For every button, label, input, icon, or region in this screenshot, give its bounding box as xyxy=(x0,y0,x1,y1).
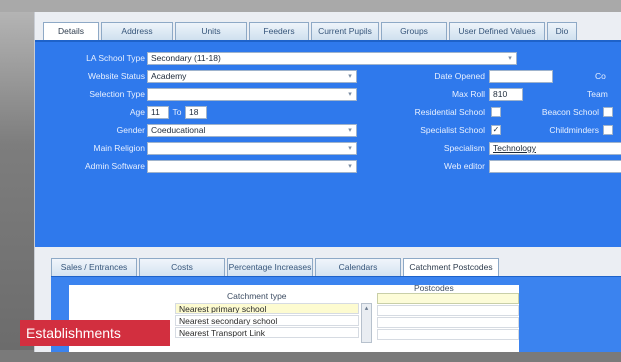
tab-current-pupils[interactable]: Current Pupils xyxy=(311,22,379,40)
tab-details[interactable]: Details xyxy=(43,22,99,40)
cut-label-team: Team xyxy=(587,89,608,99)
tab-units[interactable]: Units xyxy=(175,22,247,40)
list-item[interactable]: Nearest primary school xyxy=(175,303,359,314)
list-item[interactable]: Nearest secondary school xyxy=(175,315,359,326)
gender-value: Coeducational xyxy=(151,125,206,135)
admin-software-field[interactable]: ▾ xyxy=(147,160,357,173)
specialist-school-checkbox[interactable]: ✓ xyxy=(491,125,501,135)
age-to-field[interactable]: 18 xyxy=(185,106,207,119)
top-tab-bar: Details Address Units Feeders Current Pu… xyxy=(43,22,579,40)
specialism-value: Technology xyxy=(493,143,537,153)
main-religion-field[interactable]: ▾ xyxy=(147,142,357,155)
main-religion-label: Main Religion xyxy=(93,143,146,153)
chevron-down-icon[interactable]: ▾ xyxy=(345,90,355,99)
postcodes-header: Postcodes xyxy=(414,283,454,293)
max-roll-label: Max Roll xyxy=(451,89,485,99)
age-from-value: 11 xyxy=(151,107,160,117)
postcode-row[interactable] xyxy=(377,317,519,328)
chevron-down-icon[interactable]: ▾ xyxy=(345,144,355,153)
establishments-banner: Establishments xyxy=(20,320,170,346)
website-status-field[interactable]: Academy ▾ xyxy=(147,70,357,83)
website-status-label: Website Status xyxy=(87,71,145,81)
tab-costs[interactable]: Costs xyxy=(139,258,225,276)
gender-label: Gender xyxy=(116,125,145,135)
age-from-field[interactable]: 11 xyxy=(147,106,169,119)
tab-percentage-increases[interactable]: Percentage Increases xyxy=(227,258,313,276)
cut-label-beacon: Beacon School xyxy=(541,107,599,117)
web-editor-field[interactable] xyxy=(489,160,621,173)
tab-calendars[interactable]: Calendars xyxy=(315,258,401,276)
la-school-type-label: LA School Type xyxy=(86,53,145,63)
chevron-down-icon[interactable]: ▾ xyxy=(505,54,515,63)
tab-catchment-postcodes[interactable]: Catchment Postcodes xyxy=(403,258,499,276)
la-school-type-field[interactable]: Secondary (11-18) ▾ xyxy=(147,52,517,65)
school-record-window: Details Address Units Feeders Current Pu… xyxy=(34,12,621,352)
scrollbar[interactable]: ▴ xyxy=(361,303,372,343)
cut-label-childminders: Childminders xyxy=(549,125,599,135)
website-status-value: Academy xyxy=(151,71,187,81)
web-editor-label: Web editor xyxy=(444,161,485,171)
date-opened-field[interactable] xyxy=(489,70,553,83)
chevron-down-icon[interactable]: ▾ xyxy=(345,126,355,135)
specialism-field[interactable]: Technology xyxy=(489,142,621,155)
background-top xyxy=(0,0,621,12)
residential-school-checkbox[interactable] xyxy=(491,107,501,117)
gender-field[interactable]: Coeducational ▾ xyxy=(147,124,357,137)
tab-groups[interactable]: Groups xyxy=(381,22,447,40)
specialism-label: Specialism xyxy=(443,143,485,153)
admin-software-label: Admin Software xyxy=(85,161,145,171)
selection-type-field[interactable]: ▾ xyxy=(147,88,357,101)
tab-more[interactable]: Dio xyxy=(547,22,577,40)
la-school-type-value: Secondary (11-18) xyxy=(151,53,221,63)
tab-address[interactable]: Address xyxy=(101,22,173,40)
details-panel: LA School Type Secondary (11-18) ▾ Websi… xyxy=(35,40,621,247)
residential-school-label: Residential School xyxy=(414,107,485,117)
list-item[interactable]: Nearest Transport Link xyxy=(175,327,359,338)
catchment-type-header: Catchment type xyxy=(227,291,287,301)
date-opened-label: Date Opened xyxy=(434,71,485,81)
lower-tab-bar: Sales / Entrances Costs Percentage Incre… xyxy=(51,258,501,276)
tab-user-defined-values[interactable]: User Defined Values xyxy=(449,22,545,40)
tab-sales-entrances[interactable]: Sales / Entrances xyxy=(51,258,137,276)
chevron-up-icon[interactable]: ▴ xyxy=(365,305,369,312)
childminders-checkbox[interactable] xyxy=(603,125,613,135)
tab-feeders[interactable]: Feeders xyxy=(249,22,309,40)
chevron-down-icon[interactable]: ▾ xyxy=(345,162,355,171)
cut-label-co: Co xyxy=(595,71,606,81)
beacon-school-checkbox[interactable] xyxy=(603,107,613,117)
age-label: Age xyxy=(129,107,145,117)
max-roll-value: 810 xyxy=(493,89,508,99)
max-roll-field[interactable]: 810 xyxy=(489,88,523,101)
age-to-value: 18 xyxy=(189,107,199,117)
age-to-label: To xyxy=(172,107,182,117)
specialist-school-label: Specialist School xyxy=(420,125,485,135)
selection-type-label: Selection Type xyxy=(89,89,145,99)
postcode-row[interactable] xyxy=(377,305,519,316)
chevron-down-icon[interactable]: ▾ xyxy=(345,72,355,81)
postcode-row[interactable] xyxy=(377,329,519,340)
postcode-row[interactable] xyxy=(377,293,519,304)
